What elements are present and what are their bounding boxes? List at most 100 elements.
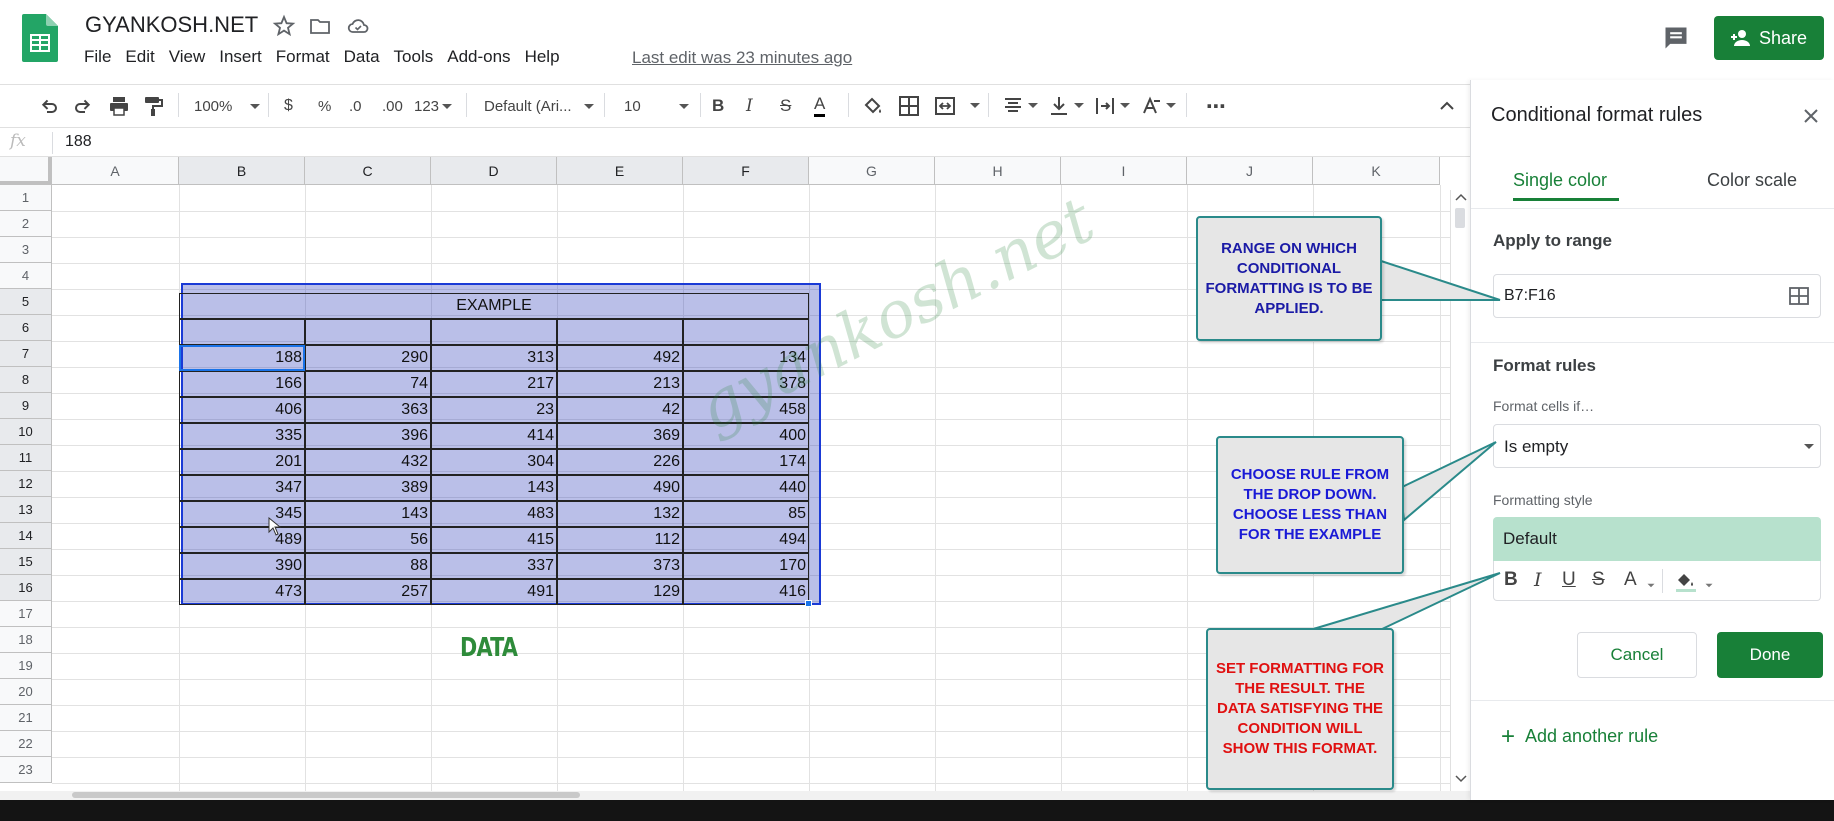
collapse-chevron-up-icon[interactable] [1436,95,1458,117]
bold-button[interactable]: B [712,95,724,117]
row-header-8[interactable]: 8 [0,367,52,393]
decrease-decimal-button[interactable]: .0 [349,95,362,117]
column-header-f[interactable]: F [683,157,809,185]
table-cell[interactable]: 129 [557,579,683,605]
row-header-7[interactable]: 7 [0,341,52,367]
table-cell[interactable]: 492 [557,345,683,371]
comments-icon[interactable] [1662,24,1690,52]
cloud-saved-icon[interactable] [346,14,370,38]
menu-data[interactable]: Data [344,47,380,67]
last-edit-link[interactable]: Last edit was 23 minutes ago [632,48,852,68]
row-header-14[interactable]: 14 [0,523,52,549]
font-family-select[interactable]: Default (Ari... [484,95,594,117]
wrap-caret-icon[interactable] [1120,103,1130,108]
row-header-16[interactable]: 16 [0,575,52,601]
table-cell[interactable]: 406 [179,397,305,423]
menu-format[interactable]: Format [276,47,330,67]
row-header-6[interactable]: 6 [0,315,52,341]
close-icon[interactable] [1801,106,1821,126]
column-header-d[interactable]: D [431,157,557,185]
menu-tools[interactable]: Tools [394,47,434,67]
row-header-1[interactable]: 1 [0,185,52,211]
undo-icon[interactable] [38,95,60,117]
tab-single-color[interactable]: Single color [1513,170,1607,191]
vertical-align-icon[interactable] [1048,95,1070,117]
horizontal-align-icon[interactable] [1002,95,1024,117]
scroll-up-icon[interactable] [1455,192,1467,202]
folder-icon[interactable] [308,14,332,38]
table-cell[interactable]: 290 [305,345,431,371]
add-another-rule-button[interactable]: + Add another rule [1501,724,1658,748]
row-header-22[interactable]: 22 [0,731,52,757]
table-cell[interactable]: 396 [305,423,431,449]
text-wrap-icon[interactable] [1094,95,1116,117]
table-cell[interactable]: 23 [431,397,557,423]
table-cell[interactable]: 257 [305,579,431,605]
table-cell[interactable]: 337 [431,553,557,579]
fill-color-caret-icon[interactable] [1705,583,1713,588]
style-bold-button[interactable]: B [1504,569,1518,591]
table-cell[interactable]: 213 [557,371,683,397]
table-cell[interactable]: 345 [179,501,305,527]
row-header-2[interactable]: 2 [0,211,52,237]
row-header-13[interactable]: 13 [0,497,52,523]
vertical-scrollbar[interactable] [1450,190,1470,800]
column-header-b[interactable]: B [179,157,305,185]
valign-caret-icon[interactable] [1074,103,1084,108]
tab-color-scale[interactable]: Color scale [1707,170,1797,191]
currency-button[interactable]: $ [284,95,293,117]
more-tools-button[interactable]: ⋯ [1206,95,1226,118]
row-header-23[interactable]: 23 [0,757,52,783]
column-header-e[interactable]: E [557,157,683,185]
row-header-18[interactable]: 18 [0,627,52,653]
style-text-color-button[interactable]: A [1624,569,1637,591]
share-button[interactable]: Share [1714,16,1824,60]
formatting-style-preview[interactable]: Default [1493,517,1821,561]
table-cell[interactable]: 416 [683,579,809,605]
done-button[interactable]: Done [1717,632,1823,678]
merge-caret-icon[interactable] [970,103,980,108]
table-cell[interactable]: 143 [431,475,557,501]
menu-addons[interactable]: Add-ons [447,47,510,67]
fill-color-icon[interactable] [862,95,884,117]
table-cell[interactable]: 174 [683,449,809,475]
print-icon[interactable] [108,95,130,117]
percent-button[interactable]: % [318,95,331,117]
row-header-10[interactable]: 10 [0,419,52,445]
strikethrough-button[interactable]: S [780,95,791,117]
table-cell[interactable]: 335 [179,423,305,449]
column-header-c[interactable]: C [305,157,431,185]
condition-dropdown[interactable]: Is empty [1493,424,1821,468]
row-header-5[interactable]: 5 [0,289,52,315]
paint-format-icon[interactable] [142,95,164,117]
merge-cells-icon[interactable] [934,95,956,117]
table-cell[interactable]: 132 [557,501,683,527]
table-cell[interactable]: 389 [305,475,431,501]
horizontal-scroll-thumb[interactable] [72,792,580,798]
table-cell[interactable]: 440 [683,475,809,501]
table-cell[interactable]: 112 [557,527,683,553]
select-all-corner[interactable] [0,157,52,185]
column-header-h[interactable]: H [935,157,1061,185]
table-cell[interactable]: 390 [179,553,305,579]
column-header-a[interactable]: A [52,157,179,185]
table-cell[interactable]: 369 [557,423,683,449]
text-color-caret-icon[interactable] [1647,583,1655,588]
table-cell[interactable]: 490 [557,475,683,501]
table-cell[interactable]: 313 [431,345,557,371]
row-header-11[interactable]: 11 [0,445,52,471]
italic-button[interactable]: I [746,95,753,117]
row-header-3[interactable]: 3 [0,237,52,263]
table-cell[interactable]: 226 [557,449,683,475]
table-cell[interactable]: 373 [557,553,683,579]
row-header-9[interactable]: 9 [0,393,52,419]
column-header-j[interactable]: J [1187,157,1313,185]
table-cell[interactable]: 432 [305,449,431,475]
sheets-logo-icon[interactable] [22,14,58,62]
horizontal-scrollbar[interactable] [0,791,1470,800]
menu-help[interactable]: Help [525,47,560,67]
row-header-12[interactable]: 12 [0,471,52,497]
style-italic-button[interactable]: I [1534,569,1542,591]
table-cell[interactable]: 304 [431,449,557,475]
borders-icon[interactable] [898,95,920,117]
